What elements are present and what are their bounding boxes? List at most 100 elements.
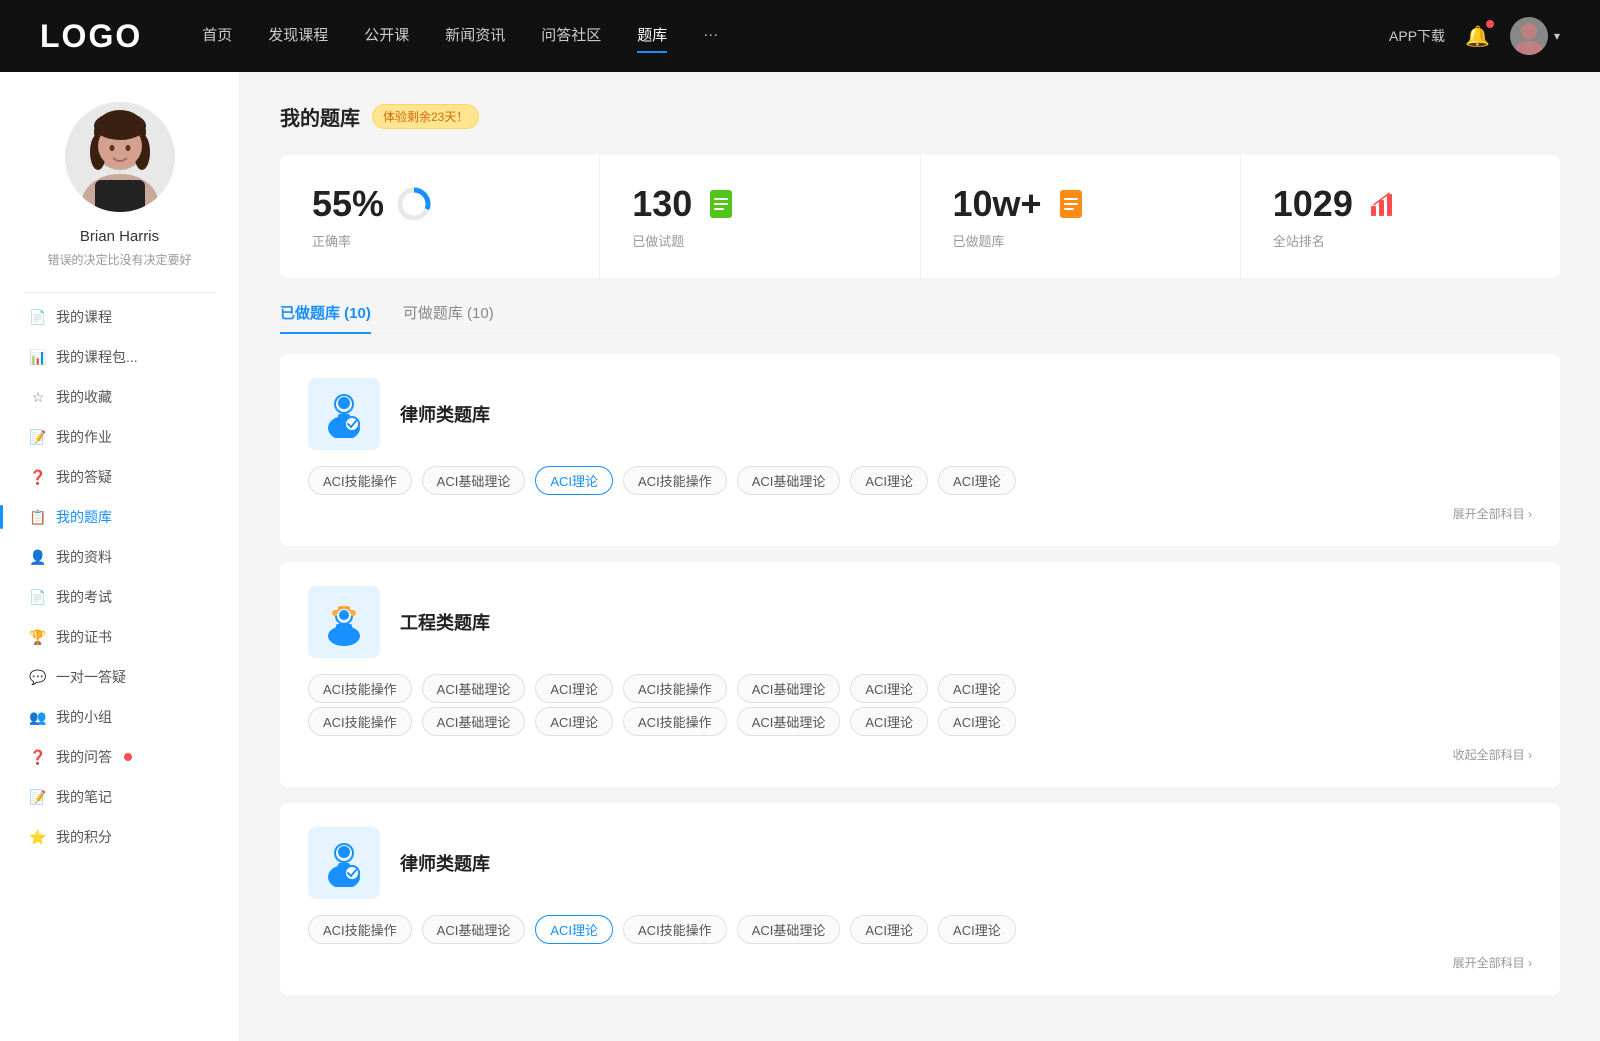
bank-name: 律师类题库 (400, 850, 490, 876)
bank-card-header: 工程类题库 (308, 586, 1532, 658)
nav-item[interactable]: 问答社区 (541, 24, 601, 49)
navbar-right: APP下载 🔔 ▾ (1389, 17, 1560, 55)
bank-tag[interactable]: ACI基础理论 (737, 674, 841, 703)
menu-label: 我的课程包... (56, 347, 138, 367)
sidebar-menu-item[interactable]: 👥我的小组 (10, 697, 229, 737)
user-avatar-menu[interactable]: ▾ (1510, 17, 1560, 55)
bank-tag[interactable]: ACI基础理论 (737, 915, 841, 944)
avatar (1510, 17, 1548, 55)
stat-label: 正确率 (312, 231, 567, 250)
bank-tag[interactable]: ACI基础理论 (422, 466, 526, 495)
bank-tag[interactable]: ACI基础理论 (422, 915, 526, 944)
menu-icon: 📝 (30, 789, 46, 805)
nav-item[interactable]: 新闻资讯 (445, 24, 505, 49)
bank-tag[interactable]: ACI技能操作 (623, 466, 727, 495)
bank-tags-row: ACI技能操作 ACI基础理论 ACI理论 ACI技能操作 ACI基础理论 ACI理论 AC… (308, 466, 1532, 495)
nav-item[interactable]: ··· (703, 26, 718, 47)
bank-expand-toggle[interactable]: 展开全部科目 › (308, 954, 1532, 971)
sidebar-menu-item[interactable]: 📝 我的笔记 (10, 777, 229, 817)
bank-tag[interactable]: ACI理论 (535, 674, 613, 703)
nav-item[interactable]: 公开课 (364, 24, 409, 49)
sidebar-menu-item[interactable]: ❓我的答疑 (10, 457, 229, 497)
bank-tag[interactable]: ACI技能操作 (308, 466, 412, 495)
sidebar-menu-item[interactable]: 📄我的考试 (10, 577, 229, 617)
notification-badge (1486, 20, 1494, 28)
chevron-down-icon: ▾ (1554, 29, 1560, 43)
menu-label: 我的证书 (56, 627, 112, 647)
bank-tag[interactable]: ACI技能操作 (623, 707, 727, 736)
bank-tag[interactable]: ACI理论 (850, 466, 928, 495)
bank-tag[interactable]: ACI理论 (938, 466, 1016, 495)
bank-card: 律师类题库ACI技能操作ACI基础理论ACI理论ACI技能操作ACI基础理论AC… (280, 354, 1560, 546)
menu-label: 我的积分 (56, 827, 112, 847)
bank-icon (308, 586, 380, 658)
menu-label: 我的考试 (56, 587, 112, 607)
sidebar-menu-item[interactable]: ⭐ 我的积分 (10, 817, 229, 857)
bank-tags-row: ACI技能操作 ACI基础理论 ACI理论 ACI技能操作 ACI基础理论 ACI理论 AC… (308, 707, 1532, 736)
bank-card-header: 律师类题库 (308, 378, 1532, 450)
stat-value: 130 (632, 183, 692, 225)
sidebar-menu-item[interactable]: 🏆 我的证书 (10, 617, 229, 657)
navbar: LOGO 首页 发现课程 公开课 新闻资讯 问答社区 题库 ··· APP下载 🔔 ▾ (0, 0, 1600, 72)
bank-tag[interactable]: ACI基础理论 (737, 707, 841, 736)
menu-label: 我的课程 (56, 307, 112, 327)
stat-value: 55% (312, 183, 384, 225)
sidebar-menu-item[interactable]: ☆我的收藏 (10, 377, 229, 417)
sidebar-menu-item[interactable]: 👤我的资料 (10, 537, 229, 577)
sidebar-menu-item[interactable]: 📄我的课程 (10, 297, 229, 337)
menu-icon: ⭐ (30, 829, 46, 845)
bank-tag[interactable]: ACI基础理论 (422, 674, 526, 703)
sidebar-menu-item[interactable]: 📊 我的课程包... (10, 337, 229, 377)
bank-tag[interactable]: ACI理论 (938, 707, 1016, 736)
bank-tag[interactable]: ACI基础理论 (737, 466, 841, 495)
sidebar-menu-item[interactable]: ❓我的问答 (10, 737, 229, 777)
menu-icon: 📊 (30, 349, 46, 365)
menu-label: 我的作业 (56, 427, 112, 447)
menu-label: 我的资料 (56, 547, 112, 567)
sidebar-menu-item[interactable]: 📝 我的作业 (10, 417, 229, 457)
notification-bell[interactable]: 🔔 (1465, 24, 1490, 49)
bank-name: 律师类题库 (400, 401, 490, 427)
stat-value: 10w+ (953, 183, 1042, 225)
sidebar-menu-item[interactable]: 📋我的题库 (10, 497, 229, 537)
stat-label: 全站排名 (1273, 231, 1528, 250)
bank-tag[interactable]: ACI理论 (535, 707, 613, 736)
bank-tag[interactable]: ACI技能操作 (308, 707, 412, 736)
bank-tag[interactable]: ACI技能操作 (308, 915, 412, 944)
bank-tag[interactable]: ACI理论 (535, 466, 613, 495)
tab-item[interactable]: 可做题库 (10) (403, 302, 494, 333)
tab-item[interactable]: 已做题库 (10) (280, 302, 371, 333)
app-download-link[interactable]: APP下载 (1389, 26, 1445, 46)
nav-item[interactable]: 题库 (637, 24, 667, 49)
bank-tag[interactable]: ACI理论 (938, 915, 1016, 944)
sidebar-menu-item[interactable]: 💬一对一答疑 (10, 657, 229, 697)
stat-card: 10w+ 已做题库 (921, 155, 1241, 278)
nav-item[interactable]: 发现课程 (268, 24, 328, 49)
bank-tag[interactable]: ACI技能操作 (308, 674, 412, 703)
page-title: 我的题库 (280, 102, 360, 131)
bank-tag[interactable]: ACI理论 (535, 915, 613, 944)
bank-expand-toggle[interactable]: 收起全部科目 › (308, 746, 1532, 763)
sidebar-avatar (65, 102, 175, 212)
menu-label: 我的问答 (56, 747, 112, 767)
bank-cards-container: 律师类题库ACI技能操作ACI基础理论ACI理论ACI技能操作ACI基础理论AC… (280, 354, 1560, 995)
bank-tag[interactable]: ACI基础理论 (422, 707, 526, 736)
menu-icon: 🏆 (30, 629, 46, 645)
stat-card: 55% 正确率 (280, 155, 600, 278)
bank-tag[interactable]: ACI技能操作 (623, 915, 727, 944)
stat-label: 已做试题 (632, 231, 887, 250)
bank-tag[interactable]: ACI理论 (938, 674, 1016, 703)
logo[interactable]: LOGO (40, 18, 142, 55)
bank-expand-toggle[interactable]: 展开全部科目 › (308, 505, 1532, 522)
bank-tag[interactable]: ACI理论 (850, 915, 928, 944)
stat-icon (704, 186, 740, 222)
menu-icon: 💬 (30, 669, 46, 685)
menu-icon: 📝 (30, 429, 46, 445)
bank-tag[interactable]: ACI技能操作 (623, 674, 727, 703)
bank-tag[interactable]: ACI理论 (850, 674, 928, 703)
nav-item[interactable]: 首页 (202, 24, 232, 49)
sidebar-divider (24, 292, 215, 293)
bank-tag[interactable]: ACI理论 (850, 707, 928, 736)
stat-label: 已做题库 (953, 231, 1208, 250)
menu-label: 我的笔记 (56, 787, 112, 807)
